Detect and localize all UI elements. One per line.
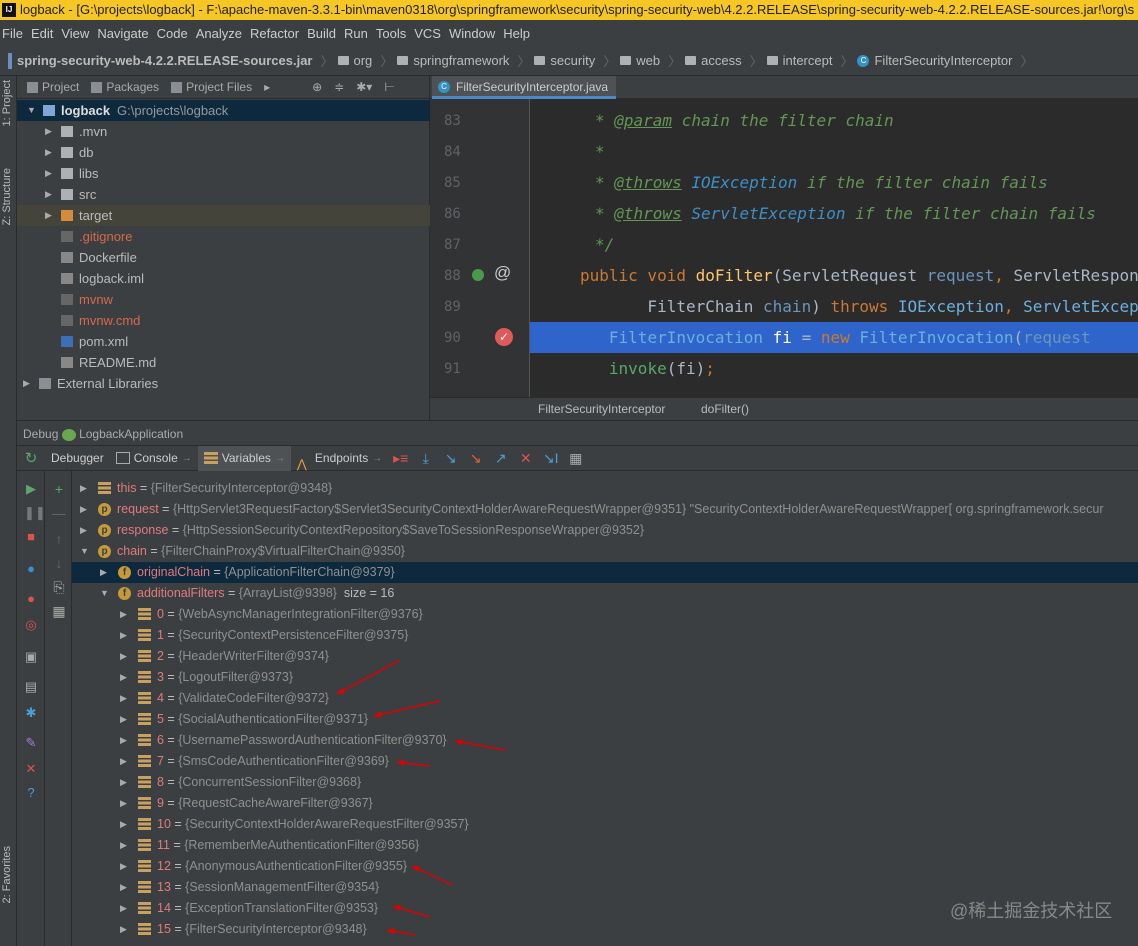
red-arrow bbox=[336, 659, 401, 695]
annotation-arrows bbox=[336, 659, 506, 936]
arrowhead bbox=[393, 905, 401, 912]
watermark: @稀土掘金技术社区 bbox=[950, 901, 1113, 921]
arrowhead bbox=[387, 928, 395, 935]
red-arrow bbox=[454, 740, 506, 751]
arrowhead bbox=[455, 739, 463, 746]
red-arrow bbox=[373, 700, 441, 717]
